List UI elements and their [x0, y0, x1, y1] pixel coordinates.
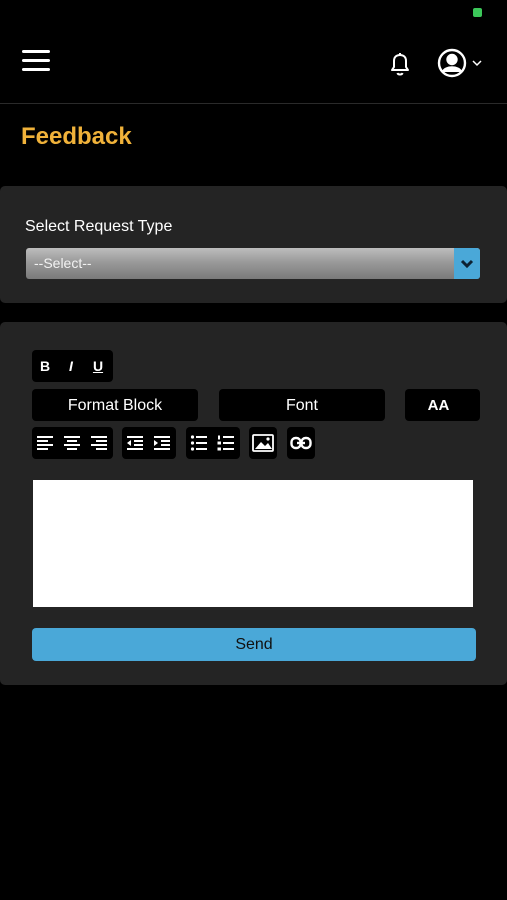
font-button[interactable]: Font	[219, 389, 385, 421]
italic-button[interactable]: I	[58, 350, 84, 382]
format-block-label: Format Block	[67, 397, 163, 414]
align-right-icon[interactable]	[90, 435, 108, 451]
indent-icon[interactable]	[153, 435, 171, 451]
link-icon	[290, 436, 312, 450]
outdent-icon[interactable]	[126, 435, 144, 451]
feedback-editor[interactable]	[33, 480, 473, 607]
bell-icon[interactable]	[386, 50, 414, 78]
image-icon	[252, 434, 274, 452]
align-center-icon[interactable]	[63, 435, 81, 451]
menu-icon[interactable]	[22, 50, 50, 76]
editor-panel: B I U Format Block Font AA Send	[0, 322, 507, 685]
send-button[interactable]: Send	[32, 628, 476, 661]
format-block-button[interactable]: Format Block	[32, 389, 198, 421]
text-style-group: B I U	[32, 350, 113, 382]
top-bar	[0, 0, 507, 104]
request-type-value: --Select--	[34, 255, 92, 271]
request-type-select[interactable]: --Select--	[26, 248, 480, 279]
request-type-label: Select Request Type	[25, 218, 173, 235]
chevron-down-icon[interactable]	[454, 248, 480, 279]
font-label: Font	[285, 397, 318, 414]
chevron-down-icon	[472, 60, 482, 67]
request-type-panel: Select Request Type --Select--	[0, 186, 507, 303]
bullet-list-icon[interactable]	[190, 435, 208, 451]
page-title: Feedback	[21, 123, 132, 150]
indent-group	[122, 427, 176, 459]
align-left-icon[interactable]	[36, 435, 54, 451]
send-button-label: Send	[235, 636, 273, 653]
font-size-button[interactable]: AA	[405, 389, 480, 421]
font-size-icon: AA	[427, 397, 450, 414]
alignment-group	[32, 427, 113, 459]
bold-button[interactable]: B	[32, 350, 58, 382]
insert-image-button[interactable]	[249, 427, 277, 459]
user-icon	[437, 48, 467, 78]
list-group	[186, 427, 240, 459]
underline-button[interactable]: U	[85, 350, 111, 382]
insert-link-button[interactable]	[287, 427, 315, 459]
user-menu[interactable]	[436, 47, 486, 79]
numbered-list-icon[interactable]	[217, 435, 235, 451]
